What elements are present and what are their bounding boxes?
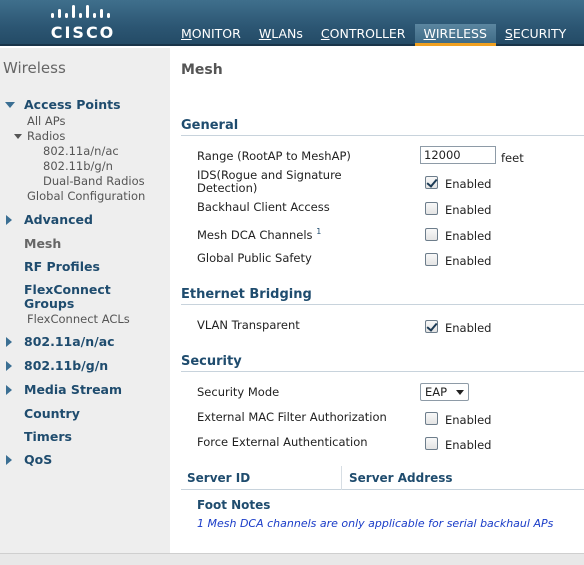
sidebar-item-dual-band-radios[interactable]: Dual-Band Radios [43, 174, 145, 188]
range-unit: feet [501, 151, 524, 165]
nav-controller-accel: C [320, 26, 330, 41]
public-safety-enabled-label: Enabled [445, 254, 492, 268]
backhaul-enabled-label: Enabled [445, 203, 492, 217]
force-auth-enabled-label: Enabled [445, 438, 492, 452]
nav-monitor[interactable]: MONITOR [172, 24, 250, 46]
sidebar-item-flexconnect-groups[interactable]: FlexConnect [24, 282, 111, 297]
nav-controller[interactable]: CONTROLLER [312, 24, 415, 46]
expand-right-icon[interactable] [6, 337, 12, 347]
nav-monitor-accel: M [181, 26, 192, 41]
sidebar-item-80211anac[interactable]: 802.11a/n/ac [24, 334, 115, 349]
security-mode-select[interactable]: EAP [420, 383, 469, 401]
footnote-ref[interactable]: 1 [316, 227, 321, 236]
mac-filter-enabled-label: Enabled [445, 413, 492, 427]
expand-right-icon[interactable] [6, 385, 12, 395]
expand-right-icon[interactable] [6, 215, 12, 225]
security-mode-value: EAP [425, 385, 448, 399]
force-external-auth-label: Force External Authentication [197, 435, 368, 449]
sidebar-title: Wireless [3, 59, 66, 77]
page-title: Mesh [181, 62, 223, 78]
nav-security-label: ECURITY [512, 26, 567, 41]
expand-down-icon[interactable] [5, 102, 15, 108]
vlan-transparent-label: VLAN Transparent [197, 318, 300, 332]
section-divider [181, 304, 584, 305]
range-label: Range (RootAP to MeshAP) [197, 149, 351, 163]
sidebar-item-80211bgn[interactable]: 802.11b/g/n [24, 358, 108, 373]
sidebar-item-radios[interactable]: Radios [27, 129, 65, 143]
nav-wlans-accel: W [258, 26, 272, 41]
nav-wlans-label: LANs [271, 26, 303, 41]
vlan-transparent-checkbox[interactable] [425, 320, 438, 333]
cisco-bridge-icon [51, 5, 110, 18]
sidebar-item-country[interactable]: Country [24, 406, 80, 421]
bottom-bar [0, 553, 584, 565]
main-content: Mesh General Range (RootAP to MeshAP) fe… [172, 48, 584, 553]
top-nav: MONITOR WLANs CONTROLLER WIRELESS SECURI… [172, 24, 575, 46]
force-external-auth-checkbox[interactable] [425, 437, 438, 450]
nav-wireless-accel: W [423, 26, 436, 41]
external-mac-filter-checkbox[interactable] [425, 412, 438, 425]
global-public-safety-label: Global Public Safety [197, 251, 312, 265]
nav-controller-label: ONTROLLER [329, 26, 406, 41]
section-general-title: General [181, 118, 239, 133]
global-public-safety-checkbox[interactable] [425, 253, 438, 266]
backhaul-client-access-checkbox[interactable] [425, 202, 438, 215]
section-security-title: Security [181, 354, 242, 369]
server-table-header: Server ID Server Address [181, 466, 584, 490]
section-ethernet-bridging-title: Ethernet Bridging [181, 287, 312, 302]
sidebar-item-flexconnect-acls[interactable]: FlexConnect ACLs [27, 312, 130, 326]
vlan-enabled-label: Enabled [445, 321, 492, 335]
sidebar-item-media-stream[interactable]: Media Stream [24, 382, 122, 397]
nav-monitor-label: ONITOR [191, 26, 241, 41]
sidebar-item-access-points[interactable]: Access Points [24, 97, 121, 112]
mesh-dca-channels-text: Mesh DCA Channels [197, 227, 313, 242]
cisco-logo: CISCO [48, 4, 118, 42]
range-input[interactable] [420, 146, 496, 164]
backhaul-client-access-label: Backhaul Client Access [197, 200, 330, 214]
chevron-down-icon [456, 390, 464, 395]
footnotes-title: Foot Notes [197, 498, 271, 512]
expand-down-small-icon[interactable] [14, 134, 22, 139]
sidebar-item-rf-profiles[interactable]: RF Profiles [24, 259, 100, 274]
mesh-dca-enabled-label: Enabled [445, 229, 492, 243]
section-divider [181, 371, 584, 372]
nav-wireless[interactable]: WIRELESS [414, 24, 496, 46]
expand-right-icon[interactable] [6, 455, 12, 465]
column-server-address: Server Address [349, 471, 453, 485]
sidebar-item-global-configuration[interactable]: Global Configuration [27, 189, 145, 203]
sidebar-item-radio-80211bgn[interactable]: 802.11b/g/n [43, 159, 113, 173]
external-mac-filter-label: External MAC Filter Authorization [197, 410, 387, 424]
sidebar-item-advanced[interactable]: Advanced [24, 212, 93, 227]
expand-right-icon[interactable] [6, 361, 12, 371]
ids-label-line1: IDS(Rogue and Signature [197, 168, 342, 182]
ids-enabled-label: Enabled [445, 177, 492, 191]
sidebar-item-radio-80211anac[interactable]: 802.11a/n/ac [43, 144, 119, 158]
ids-checkbox[interactable] [425, 176, 438, 189]
mesh-dca-channels-label: Mesh DCA Channels 1 [197, 227, 321, 242]
logo-text: CISCO [50, 23, 116, 42]
nav-security[interactable]: SECURITY [496, 24, 575, 46]
section-divider [181, 135, 584, 136]
nav-security-accel: S [504, 26, 513, 41]
sidebar-item-all-aps[interactable]: All APs [27, 114, 66, 128]
sidebar: Wireless Access Points All APs Radios 80… [0, 48, 170, 553]
top-header: CISCO MONITOR WLANs CONTROLLER WIRELESS … [0, 0, 584, 46]
security-mode-label: Security Mode [197, 385, 280, 399]
nav-wlans[interactable]: WLANs [250, 24, 312, 46]
mesh-dca-channels-checkbox[interactable] [425, 228, 438, 241]
sidebar-item-mesh[interactable]: Mesh [24, 236, 61, 251]
sidebar-item-timers[interactable]: Timers [24, 429, 72, 444]
sidebar-item-qos[interactable]: QoS [24, 452, 52, 467]
ids-label-line2: Detection) [197, 181, 258, 195]
column-divider [341, 466, 342, 490]
column-server-id: Server ID [187, 471, 251, 485]
sidebar-item-flexconnect-groups-line2[interactable]: Groups [24, 296, 74, 311]
footnote-1: 1 Mesh DCA channels are only applicable … [197, 517, 554, 530]
nav-wireless-label: IRELESS [435, 26, 487, 41]
